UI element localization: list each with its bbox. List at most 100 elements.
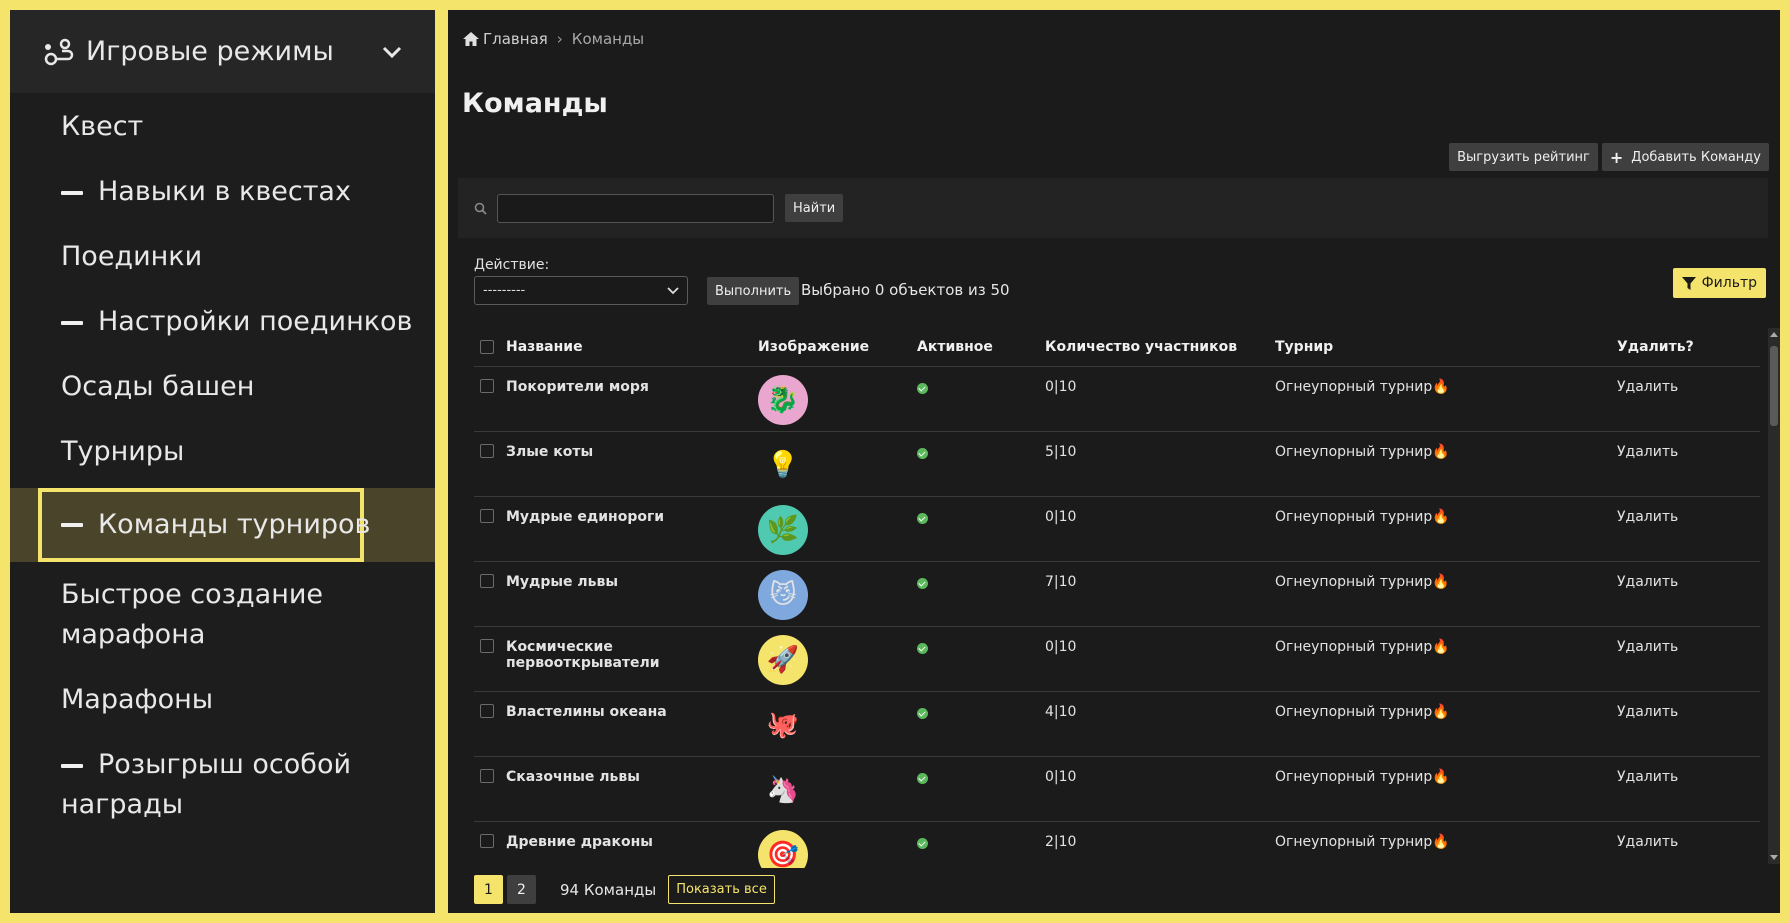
sidebar-item-special-reward[interactable]: Розыгрыш особой награды <box>10 745 435 825</box>
participants-count: 4|10 <box>1045 703 1077 720</box>
run-action-label: Выполнить <box>715 283 792 299</box>
table-row: Покорители моря 🐉 0|10 Огнеупорный турнир🔥 У… <box>474 366 1760 432</box>
row-checkbox[interactable] <box>480 573 494 588</box>
team-avatar: 🦄 <box>758 765 808 815</box>
filter-button[interactable]: Фильтр <box>1672 268 1766 298</box>
team-name-link[interactable]: Древние драконы <box>506 834 653 850</box>
show-all-button[interactable]: Показать все <box>668 875 775 904</box>
sidebar-item-tower-sieges[interactable]: Осады башен <box>10 367 435 407</box>
row-checkbox[interactable] <box>480 508 494 523</box>
delete-link[interactable]: Удалить <box>1617 444 1678 460</box>
table-row: Мудрые львы 😼 7|10 Огнеупорный турнир🔥 Удали… <box>474 561 1760 627</box>
column-header-participants[interactable]: Количество участников <box>1045 328 1275 367</box>
teams-table-wrap: Название Изображение Активное Количество… <box>474 328 1772 868</box>
sidebar-item-label-line2: награды <box>61 789 184 820</box>
select-all-checkbox[interactable] <box>480 339 494 354</box>
breadcrumb-home-link[interactable]: Главная <box>483 30 548 48</box>
top-actions: Выгрузить рейтинг + Добавить Команду <box>1449 143 1769 171</box>
search-icon <box>474 202 487 215</box>
row-checkbox[interactable] <box>480 703 494 718</box>
team-avatar-emoji: 🐙 <box>766 709 800 740</box>
page-1-button[interactable]: 1 <box>474 875 503 904</box>
column-header-tournament[interactable]: Турнир <box>1275 328 1617 367</box>
sidebar-item-label-line2: марафона <box>61 619 206 650</box>
action-select[interactable]: --------- <box>474 276 688 305</box>
main-content: Главная › Команды Команды Выгрузить рейт… <box>448 10 1780 913</box>
table-row: Злые коты 💡 5|10 Огнеупорный турнир🔥 Удалить <box>474 431 1760 497</box>
team-name-link[interactable]: Мудрые единороги <box>506 509 664 525</box>
row-checkbox[interactable] <box>480 768 494 783</box>
table-row: Сказочные львы 🦄 0|10 Огнеупорный турнир🔥 Уд… <box>474 756 1760 822</box>
team-avatar: 🚀 <box>758 634 808 685</box>
page-title: Команды <box>462 88 608 119</box>
participants-count: 0|10 <box>1045 508 1077 525</box>
row-checkbox[interactable] <box>480 833 494 848</box>
delete-link[interactable]: Удалить <box>1617 704 1678 720</box>
tournament-name: Огнеупорный турнир🔥 <box>1275 703 1450 720</box>
team-name-link[interactable]: Сказочные львы <box>506 769 640 785</box>
table-scrollbar[interactable] <box>1768 328 1780 864</box>
participants-count: 0|10 <box>1045 638 1077 655</box>
teams-table: Название Изображение Активное Количество… <box>474 328 1760 868</box>
delete-link[interactable]: Удалить <box>1617 509 1678 525</box>
sidebar-item-quest-skills[interactable]: Навыки в квестах <box>10 172 435 212</box>
sidebar-item-label: Квест <box>61 111 144 142</box>
chevron-down-icon <box>667 286 679 294</box>
page-2-button[interactable]: 2 <box>507 875 536 904</box>
scroll-up-arrow-icon[interactable] <box>1770 332 1778 337</box>
active-check-icon <box>917 577 928 589</box>
delete-link[interactable]: Удалить <box>1617 834 1678 850</box>
team-name-link[interactable]: Космические первооткрыватели <box>506 639 660 671</box>
delete-link[interactable]: Удалить <box>1617 639 1678 655</box>
team-name-link[interactable]: Злые коты <box>506 444 593 460</box>
sidebar-item-quick-marathon[interactable]: Быстрое создание марафона <box>10 575 435 655</box>
sidebar-item-label: Турниры <box>61 436 185 467</box>
sidebar-item-label: Поединки <box>61 241 203 272</box>
search-input[interactable] <box>497 193 774 223</box>
team-name-link[interactable]: Властелины океана <box>506 704 667 720</box>
add-team-button[interactable]: + Добавить Команду <box>1601 143 1769 171</box>
sidebar-item-tournament-teams[interactable]: Команды турниров <box>10 488 435 562</box>
run-action-button[interactable]: Выполнить <box>707 277 800 305</box>
tournament-name: Огнеупорный турнир🔥 <box>1275 768 1450 785</box>
team-avatar-emoji: 🐉 <box>766 384 800 415</box>
selected-count: Выбрано 0 объектов из 50 <box>801 281 1010 299</box>
dash-icon <box>61 191 83 195</box>
sidebar-item-label: Осады башен <box>61 371 255 402</box>
row-checkbox[interactable] <box>480 378 494 393</box>
row-checkbox[interactable] <box>480 443 494 458</box>
sidebar-item-duel-settings[interactable]: Настройки поединков <box>10 302 435 342</box>
delete-link[interactable]: Удалить <box>1617 379 1678 395</box>
home-icon[interactable] <box>462 31 480 47</box>
filter-icon <box>1681 276 1696 290</box>
team-avatar: 🎯 <box>758 829 808 868</box>
table-row: Космические первооткрыватели 🚀 0|10 Огнеупо… <box>474 626 1760 692</box>
delete-link[interactable]: Удалить <box>1617 574 1678 590</box>
sidebar-item-tournaments[interactable]: Турниры <box>10 432 435 472</box>
tournament-name: Огнеупорный турнир🔥 <box>1275 508 1450 525</box>
pagination: 1 2 94 Команды Показать все <box>474 875 775 904</box>
scroll-down-arrow-icon[interactable] <box>1770 855 1778 860</box>
sidebar-item-duels[interactable]: Поединки <box>10 237 435 277</box>
sidebar-item-label-line1: Розыгрыш особой <box>98 749 352 780</box>
team-name-link[interactable]: Мудрые львы <box>506 574 618 590</box>
delete-link[interactable]: Удалить <box>1617 769 1678 785</box>
column-header-active[interactable]: Активное <box>917 328 1045 367</box>
participants-count: 5|10 <box>1045 443 1077 460</box>
search-button[interactable]: Найти <box>785 194 844 222</box>
sidebar-item-marathons[interactable]: Марафоны <box>10 680 435 720</box>
scrollbar-thumb[interactable] <box>1770 346 1778 426</box>
sidebar-group-header[interactable]: Игровые режимы <box>10 10 435 93</box>
export-rating-button[interactable]: Выгрузить рейтинг <box>1449 143 1598 171</box>
sidebar-item-quest[interactable]: Квест <box>10 107 435 147</box>
column-header-image: Изображение <box>758 328 917 367</box>
table-row: Мудрые единороги 🌿 0|10 Огнеупорный турнир🔥… <box>474 496 1760 562</box>
team-avatar-emoji: 😼 <box>769 579 797 610</box>
dash-icon <box>61 321 83 325</box>
row-checkbox[interactable] <box>480 638 494 653</box>
participants-count: 7|10 <box>1045 573 1077 590</box>
chevron-down-icon[interactable] <box>379 39 405 65</box>
column-header-name[interactable]: Название <box>506 328 758 367</box>
team-avatar-emoji: 💡 <box>766 449 800 480</box>
team-name-link[interactable]: Покорители моря <box>506 379 649 395</box>
